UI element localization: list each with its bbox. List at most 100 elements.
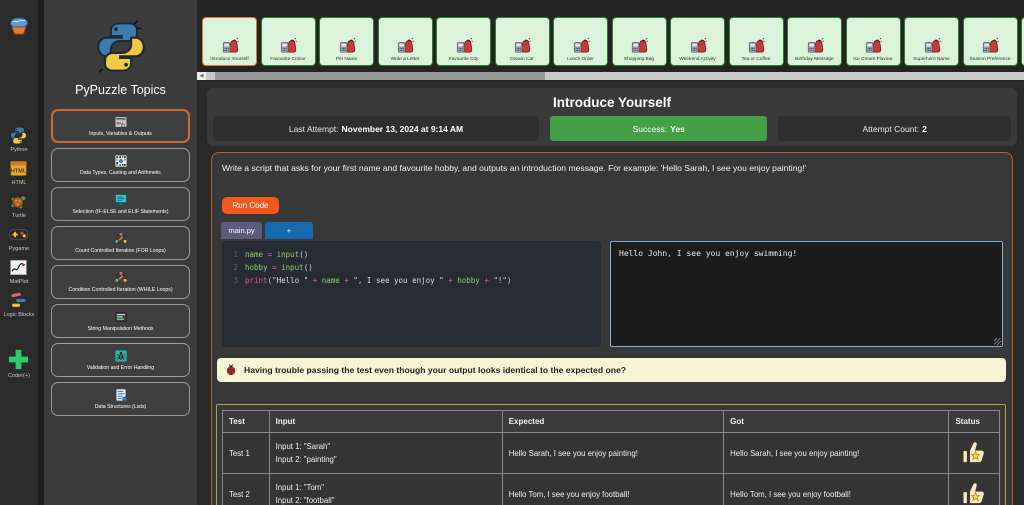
topic-button[interactable]: Selection (IF-ELSE and ELIF Statements) [51, 187, 190, 221]
thumbs-up-star-icon [961, 438, 987, 466]
rail-item-icon [9, 126, 28, 145]
task-card-icon [396, 37, 414, 55]
code-line[interactable]: 2hobby = input() [222, 261, 601, 274]
task-card[interactable]: Lunch Order [553, 17, 608, 66]
task-card-label: Shopping Bag [622, 57, 656, 62]
input-line-2: Input 2: "painting" [276, 453, 496, 466]
rail-item[interactable]: Turtle [9, 192, 28, 219]
topic-button[interactable]: Data Types, Casting and Arithmetic [51, 148, 190, 182]
task-card[interactable]: Favourite City [436, 17, 491, 66]
rail-item[interactable]: Pygame [9, 225, 29, 252]
topic-icon [114, 115, 128, 129]
output-textarea[interactable]: Hello John, I see you enjoy swimming! [610, 241, 1003, 347]
scrollbar-thumb[interactable] [215, 72, 545, 80]
table-row: Test 1 Input 1: "Sarah" Input 2: "painti… [223, 433, 1000, 474]
rail-item-label: Logic Blocks [4, 312, 35, 318]
task-card-label: Favourite Colour [268, 57, 307, 62]
topic-icon [114, 388, 128, 402]
task-card-icon [747, 37, 765, 55]
task-card-icon [513, 37, 531, 55]
input-line-2: Input 2: "football" [276, 494, 496, 505]
task-card-icon [279, 37, 297, 55]
rail-item[interactable]: MatPlot [9, 258, 28, 285]
task-card[interactable]: Introduce Yourself [202, 17, 257, 66]
last-attempt-box: Last Attempt: November 13, 2024 at 9:14 … [213, 116, 539, 141]
task-card-label: Ice Cream Flavour [851, 57, 894, 62]
col-test: Test [223, 411, 270, 433]
cards-horizontal-scrollbar[interactable]: ◀ [197, 72, 1024, 80]
task-card-label: Weekend Activity [677, 57, 717, 62]
topic-button[interactable]: Inputs, Variables & Outputs [51, 109, 190, 143]
task-card-label: Season Preference [967, 57, 1012, 62]
task-card-label: Lunch Order [565, 57, 596, 62]
topic-button[interactable]: Condition Controlled Iteration (WHILE Lo… [51, 265, 190, 299]
table-row: Test 2 Input 1: "Tom" Input 2: "football… [223, 474, 1000, 505]
task-card[interactable]: Superhero Name [904, 17, 959, 66]
python-logo-icon [94, 20, 148, 74]
cell-status [949, 433, 1000, 474]
test-results-table: Test Input Expected Got Status Test 1 In… [222, 410, 1000, 505]
task-header-panel: Introduce Yourself Last Attempt: Novembe… [207, 88, 1017, 146]
code-line[interactable]: 1name = input() [222, 248, 601, 261]
task-card[interactable]: Ice Cream Flavour [846, 17, 901, 66]
task-card-label: Introduce Yourself [208, 57, 250, 62]
input-line-1: Input 1: "Tom" [276, 481, 496, 494]
task-card[interactable]: Favourite Colour [261, 17, 316, 66]
topic-button[interactable]: Validation and Error Handling [51, 343, 190, 377]
test-results-panel: Test Input Expected Got Status Test 1 In… [216, 404, 1006, 505]
run-code-button[interactable]: Run Code [222, 197, 279, 214]
task-card[interactable]: Birthday Message [787, 17, 842, 66]
output-text: Hello John, I see you enjoy swimming! [619, 249, 797, 258]
resize-handle[interactable] [994, 338, 1001, 345]
topic-button[interactable]: String Manipulation Methods [51, 304, 190, 338]
app-logo-icon[interactable] [7, 14, 31, 38]
task-card-icon [630, 37, 648, 55]
cell-got: Hello Tom, I see you enjoy football! [724, 474, 949, 505]
task-card[interactable]: Dream Car [495, 17, 550, 66]
rail-item[interactable]: Coder(+) [7, 348, 30, 379]
task-card-icon [572, 37, 590, 55]
attempt-count-label: Attempt Count: [862, 124, 919, 134]
rail-item-label: Pygame [9, 246, 29, 252]
task-container: Write a script that asks for your first … [211, 152, 1013, 505]
topic-button[interactable]: Count Controlled Iteration (FOR Loops) [51, 226, 190, 260]
task-card-label: Dream Car [508, 57, 535, 62]
task-card[interactable]: Season Preference [963, 17, 1018, 66]
cell-test: Test 1 [223, 433, 270, 474]
attempt-count-box: Attempt Count: 2 [778, 116, 1011, 141]
topic-label: Condition Controlled Iteration (WHILE Lo… [68, 287, 172, 293]
last-attempt-value: November 13, 2024 at 9:14 AM [342, 124, 464, 134]
topic-label: Data Structures (Lists) [95, 404, 147, 410]
ladybug-icon [225, 364, 237, 376]
task-card[interactable]: Weekend Activity [670, 17, 725, 66]
col-status: Status [949, 411, 1000, 433]
code-editor[interactable]: 1name = input()2hobby = input()3print("H… [222, 241, 601, 347]
code-line[interactable]: 3print("Hello " + name + ", I see you en… [222, 274, 601, 287]
col-expected: Expected [502, 411, 723, 433]
rail-item[interactable]: Logic Blocks [4, 291, 35, 318]
task-card[interactable]: Write a Letter [378, 17, 433, 66]
rail-item-icon [9, 258, 28, 277]
task-card[interactable]: Pet Name [319, 17, 374, 66]
rail-item[interactable]: Python [9, 126, 28, 153]
rail-item-label: MatPlot [10, 279, 29, 285]
task-card-icon [864, 37, 882, 55]
tab-add[interactable]: + [265, 222, 313, 239]
editor-tabs: main.py + [221, 222, 1012, 239]
topic-icon [114, 310, 128, 324]
cell-status [949, 474, 1000, 505]
rail-item-icon [9, 225, 28, 244]
topic-label: Count Controlled Iteration (FOR Loops) [75, 248, 166, 254]
topic-button[interactable]: Data Structures (Lists) [51, 382, 190, 416]
scroll-left-arrow-icon[interactable]: ◀ [197, 72, 206, 80]
cell-got: Hello Sarah, I see you enjoy painting! [724, 433, 949, 474]
page-title: Introduce Yourself [207, 95, 1017, 110]
rail-item-label: Coder(+) [8, 373, 30, 379]
task-card[interactable]: Tea or Coffee [729, 17, 784, 66]
tab-main-py[interactable]: main.py [221, 222, 262, 239]
task-card-icon [338, 37, 356, 55]
rail-item[interactable]: HTML [9, 159, 28, 186]
task-card[interactable]: Shopping Bag [612, 17, 667, 66]
hint-banner[interactable]: Having trouble passing the test even tho… [217, 358, 1006, 382]
task-card-label: Write a Letter [389, 57, 422, 62]
